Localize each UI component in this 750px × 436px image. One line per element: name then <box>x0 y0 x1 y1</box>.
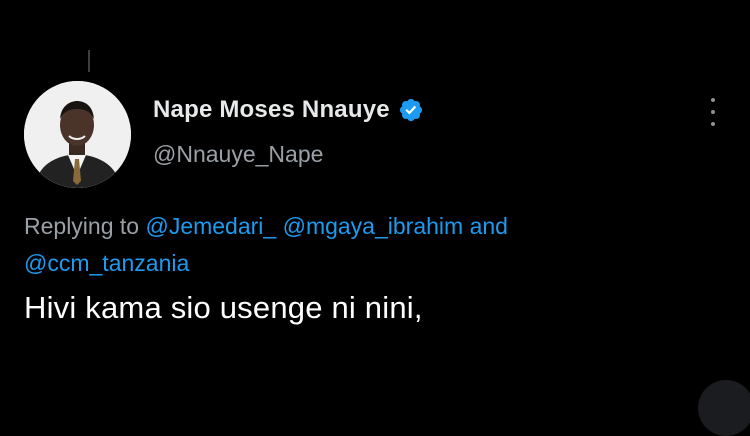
compose-button-partial[interactable] <box>698 380 750 436</box>
mention-link-jemedari[interactable]: @Jemedari_ <box>145 213 276 239</box>
verified-badge-icon <box>398 97 424 123</box>
thread-connector-line <box>88 50 90 72</box>
more-options-icon[interactable] <box>706 98 720 126</box>
author-display-name[interactable]: Nape Moses Nnauye <box>153 96 390 124</box>
author-handle[interactable]: @Nnauye_Nape <box>153 141 323 168</box>
tweet-text: Hivi kama sio usenge ni nini, <box>24 290 423 325</box>
avatar-photo <box>24 81 131 188</box>
mention-joiner: and <box>469 213 508 239</box>
mention-link-mgaya-ibrahim[interactable]: @mgaya_ibrahim <box>283 213 464 239</box>
author-name-row: Nape Moses Nnauye <box>153 96 424 124</box>
replying-prefix: Replying to <box>24 213 140 239</box>
replying-to-line: Replying to @Jemedari_ @mgaya_ibrahim an… <box>24 208 724 282</box>
avatar[interactable] <box>24 81 131 188</box>
mention-link-ccm-tanzania[interactable]: @ccm_tanzania <box>24 250 189 276</box>
